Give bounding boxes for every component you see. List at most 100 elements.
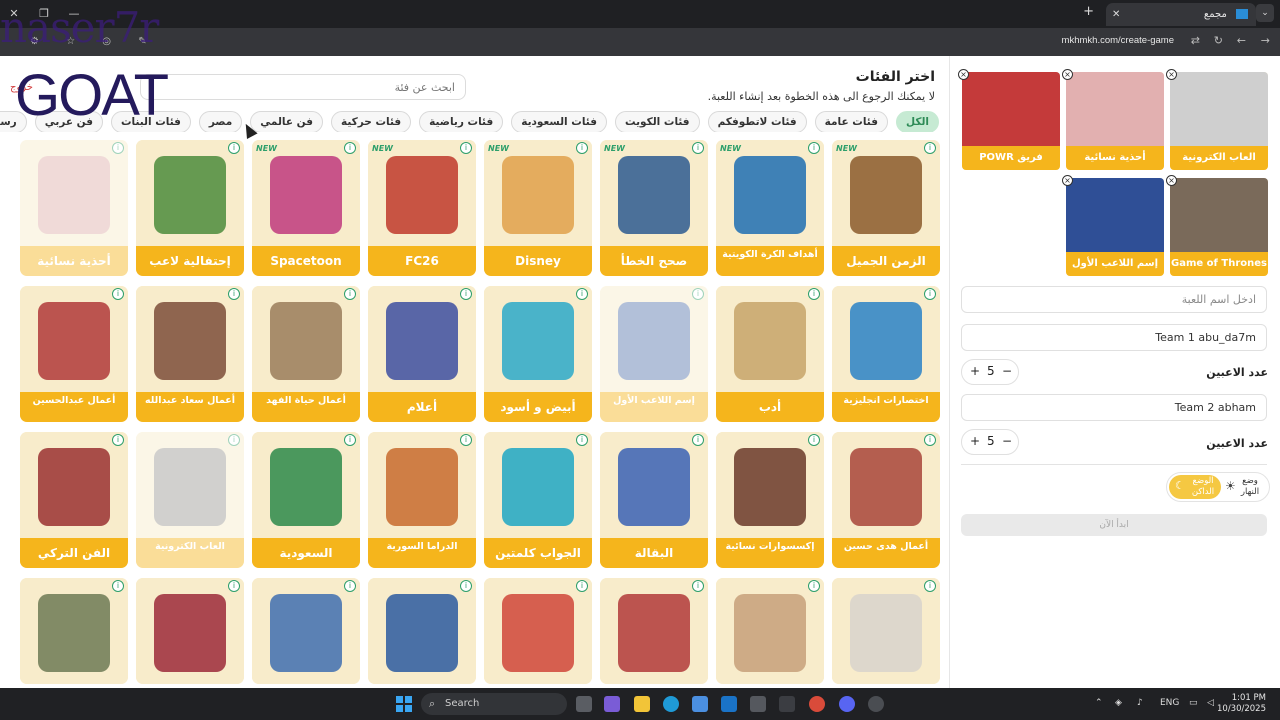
windows-start-icon[interactable]	[396, 696, 412, 712]
cube-app-icon[interactable]	[750, 696, 766, 712]
category-card[interactable]: i اختصارات انجليزية	[832, 286, 940, 422]
remove-category-icon[interactable]: ×	[1062, 175, 1073, 186]
info-icon[interactable]: i	[460, 434, 472, 446]
team1-input[interactable]	[962, 325, 1266, 350]
info-icon[interactable]: i	[344, 288, 356, 300]
category-card[interactable]: NEW i أهداف الكرة الكويتية	[716, 140, 824, 276]
category-card[interactable]: NEW i FC26	[368, 140, 476, 276]
category-card[interactable]: i أبيض و أسود	[484, 286, 592, 422]
network-icon[interactable]: ▭	[1189, 698, 1198, 708]
team2-input[interactable]	[962, 395, 1266, 420]
category-card[interactable]: NEW i Spacetoon	[252, 140, 360, 276]
share-icon[interactable]: ⇄	[1191, 34, 1200, 47]
category-card[interactable]: i	[484, 578, 592, 684]
category-card[interactable]: i أعمال عبدالحسين	[20, 286, 128, 422]
info-icon[interactable]: i	[576, 288, 588, 300]
info-icon[interactable]: i	[924, 142, 936, 154]
sun-icon[interactable]: ☀	[1225, 479, 1236, 493]
filter-chip[interactable]: الكل	[895, 111, 939, 132]
plus-icon[interactable]: +	[970, 364, 980, 378]
category-card[interactable]: i	[600, 578, 708, 684]
category-card[interactable]: NEW i Disney	[484, 140, 592, 276]
category-card[interactable]: i أعمال هدى حسين	[832, 432, 940, 568]
store-icon[interactable]	[692, 696, 708, 712]
filter-chip[interactable]: فئات لاتطوفكم	[707, 111, 807, 132]
theme-toggle[interactable]: ☾ الوضع الداكن ☀ وضع النهار	[1166, 472, 1270, 502]
info-icon[interactable]: i	[112, 434, 124, 446]
game-name-field[interactable]	[961, 286, 1267, 313]
back-arrow-icon[interactable]: ←	[1237, 34, 1246, 47]
info-icon[interactable]: i	[460, 142, 472, 154]
game-name-input[interactable]	[962, 287, 1266, 312]
team1-field[interactable]	[961, 324, 1267, 351]
category-card[interactable]: i أدب	[716, 286, 824, 422]
info-icon[interactable]: i	[576, 142, 588, 154]
info-icon[interactable]: i	[692, 434, 704, 446]
info-icon[interactable]: i	[692, 288, 704, 300]
forward-arrow-icon[interactable]: →	[1261, 34, 1270, 47]
category-search-input[interactable]	[141, 75, 465, 99]
light-mode-label[interactable]: وضع النهار	[1237, 476, 1263, 498]
info-icon[interactable]: i	[808, 288, 820, 300]
filter-chip[interactable]: فئات رياضية	[419, 111, 504, 132]
chrome-icon[interactable]	[809, 696, 825, 712]
new-tab-button[interactable]: +	[1083, 4, 1094, 19]
selected-category[interactable]: أحذية نسائية	[1066, 72, 1164, 170]
selected-category[interactable]: العاب الكترونية	[1170, 72, 1268, 170]
filter-chip[interactable]: فئات الكويت	[614, 111, 700, 132]
category-card[interactable]: i السعودية	[252, 432, 360, 568]
category-card[interactable]: i العاب الكترونية	[136, 432, 244, 568]
selected-category[interactable]: Game of Thrones	[1170, 178, 1268, 276]
info-icon[interactable]: i	[692, 142, 704, 154]
filter-chip[interactable]: فئات حركية	[330, 111, 412, 132]
category-card[interactable]: i البقالة	[600, 432, 708, 568]
edge-icon[interactable]	[663, 696, 679, 712]
category-card[interactable]: i إحتفالية لاعب	[136, 140, 244, 276]
category-card[interactable]: i	[136, 578, 244, 684]
info-icon[interactable]: i	[112, 142, 124, 154]
info-icon[interactable]: i	[808, 434, 820, 446]
info-icon[interactable]: i	[228, 288, 240, 300]
team1-players-stepper[interactable]: + 5 −	[961, 359, 1019, 385]
volume-icon[interactable]: ◁	[1207, 698, 1214, 708]
category-card[interactable]: i أعلام	[368, 286, 476, 422]
selected-category[interactable]: إسم اللاعب الأول	[1066, 178, 1164, 276]
minus-icon[interactable]: −	[1002, 434, 1012, 448]
info-icon[interactable]: i	[808, 580, 820, 592]
info-icon[interactable]: i	[112, 288, 124, 300]
minus-icon[interactable]: −	[1002, 364, 1012, 378]
reload-icon[interactable]: ↻	[1214, 34, 1223, 47]
plus-icon[interactable]: +	[970, 434, 980, 448]
info-icon[interactable]: i	[344, 434, 356, 446]
filter-chip[interactable]: فئات السعودية	[511, 111, 607, 132]
taskbar-search[interactable]: ⌕ Search	[421, 693, 567, 715]
category-card[interactable]: i إكسسوارات نسائية	[716, 432, 824, 568]
tab-menu-chevron-icon[interactable]: ⌄	[1256, 4, 1274, 22]
selected-category[interactable]: فريق POWR	[962, 72, 1060, 170]
info-icon[interactable]: i	[576, 580, 588, 592]
category-card[interactable]: NEW i الزمن الجميل	[832, 140, 940, 276]
remove-category-icon[interactable]: ×	[958, 69, 969, 80]
category-card[interactable]: i أعمال سعاد عبدالله	[136, 286, 244, 422]
team2-field[interactable]	[961, 394, 1267, 421]
category-card[interactable]: NEW i صحح الخطأ	[600, 140, 708, 276]
tray-app-icon[interactable]: ◈	[1115, 698, 1122, 708]
info-icon[interactable]: i	[924, 288, 936, 300]
info-icon[interactable]: i	[460, 580, 472, 592]
file-explorer-icon[interactable]	[634, 696, 650, 712]
category-card[interactable]: i أعمال حياة الفهد	[252, 286, 360, 422]
info-icon[interactable]: i	[460, 288, 472, 300]
dark-mode-option[interactable]: ☾ الوضع الداكن	[1169, 475, 1221, 499]
category-card[interactable]: i	[368, 578, 476, 684]
category-card[interactable]: i	[832, 578, 940, 684]
language-indicator[interactable]: ENG	[1160, 698, 1179, 708]
ctrl-app-icon[interactable]	[779, 696, 795, 712]
info-icon[interactable]: i	[924, 434, 936, 446]
browser-tab[interactable]: مجمع ✕	[1106, 3, 1256, 26]
info-icon[interactable]: i	[344, 142, 356, 154]
app-icon[interactable]	[868, 696, 884, 712]
category-card[interactable]: i	[20, 578, 128, 684]
info-icon[interactable]: i	[112, 580, 124, 592]
tray-chevron-icon[interactable]: ⌃	[1095, 698, 1103, 708]
category-card[interactable]: i الفن التركي	[20, 432, 128, 568]
